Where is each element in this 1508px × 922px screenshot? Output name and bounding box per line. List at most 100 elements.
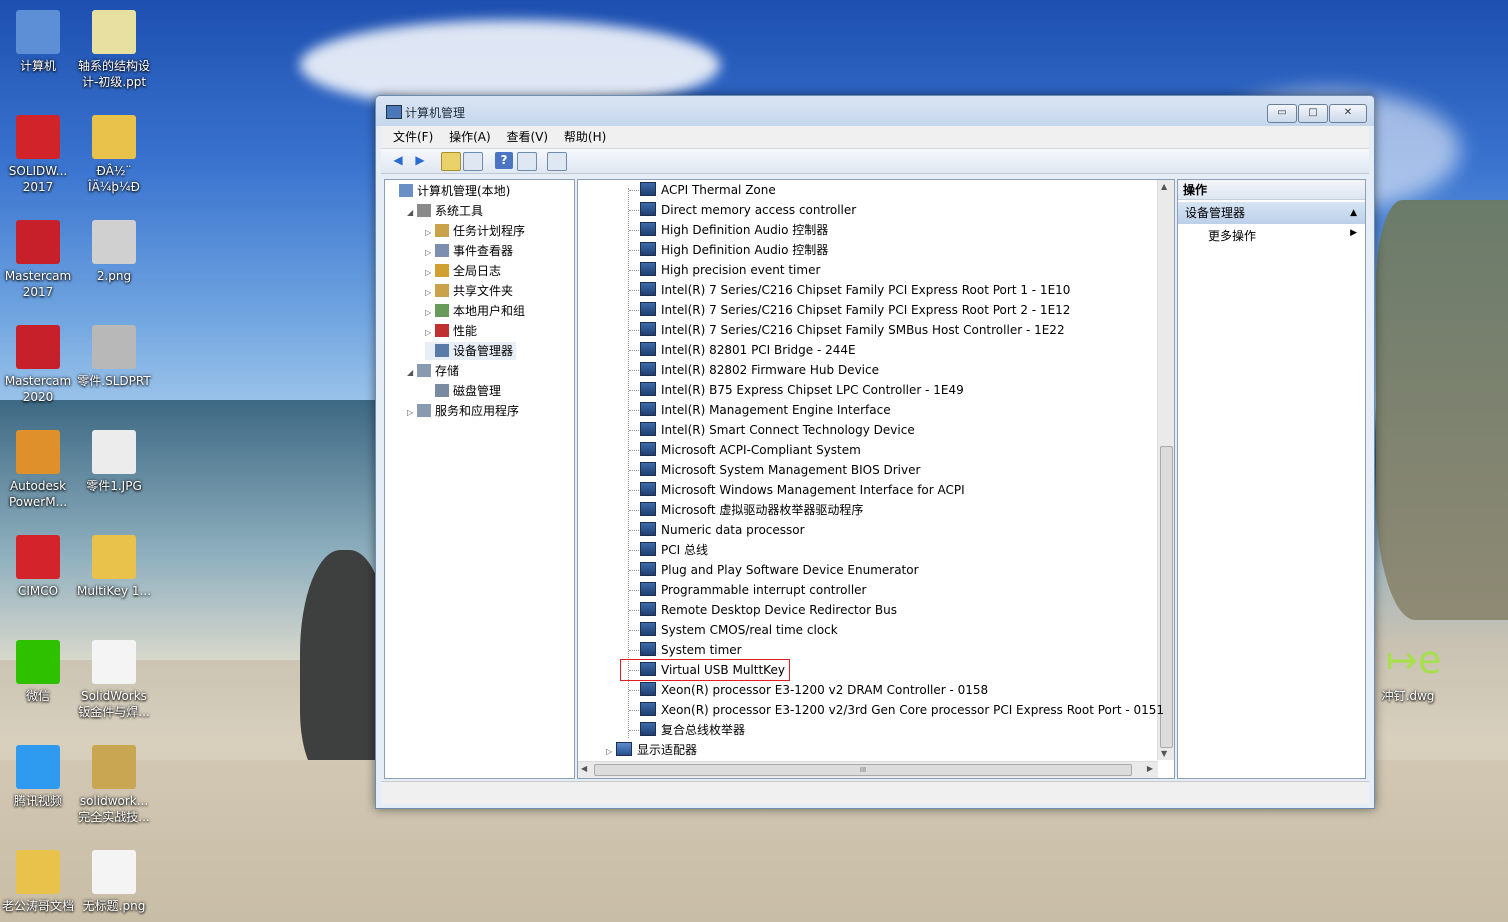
desktop-icon-dwg[interactable]: ↦e 冲钉.dwg — [1368, 640, 1448, 704]
tree-expander-icon[interactable]: ▷ — [425, 264, 435, 282]
device-item[interactable]: System CMOS/real time clock — [640, 621, 838, 639]
device-item[interactable]: Microsoft Windows Management Interface f… — [640, 481, 965, 499]
tree-expander-icon[interactable]: ▷ — [606, 743, 616, 761]
device-item[interactable]: Numeric data processor — [640, 521, 805, 539]
desktop-icon[interactable]: SolidWorks 钣金件与焊... — [76, 640, 152, 720]
minimize-button[interactable]: ▭ — [1267, 104, 1297, 123]
menu-action[interactable]: 操作(A) — [449, 126, 491, 148]
device-item[interactable]: Direct memory access controller — [640, 201, 856, 219]
title-bar[interactable]: 计算机管理 ▭ □ ✕ — [376, 96, 1374, 126]
desktop-icon[interactable]: 腾讯视频 — [0, 745, 76, 809]
desktop-icon[interactable]: solidwork... 完全实战技... — [76, 745, 152, 825]
scan-hardware-icon[interactable] — [547, 152, 567, 171]
show-hide-tree-icon[interactable] — [463, 152, 483, 171]
tree-expander-icon[interactable]: ▷ — [425, 304, 435, 322]
scroll-right-icon[interactable]: ▶ — [1147, 764, 1153, 773]
forward-arrow-icon[interactable]: ▶ — [411, 152, 429, 169]
desktop-icon[interactable]: MultiKey 1... — [76, 535, 152, 599]
maximize-button[interactable]: □ — [1298, 104, 1328, 123]
tree-item[interactable]: 磁盘管理 — [425, 382, 501, 400]
help-icon[interactable]: ? — [495, 152, 513, 169]
tree-item[interactable]: 计算机管理(本地) — [389, 182, 510, 200]
device-item[interactable]: High precision event timer — [640, 261, 820, 279]
device-item[interactable]: Plug and Play Software Device Enumerator — [640, 561, 919, 579]
desktop-icon[interactable]: 轴系的结构设 计-初级.ppt — [76, 10, 152, 90]
device-item[interactable]: Intel(R) 82802 Firmware Hub Device — [640, 361, 879, 379]
device-item[interactable]: Virtual USB MulttKey — [640, 661, 785, 679]
menu-view[interactable]: 查看(V) — [507, 126, 549, 148]
tree-expander-icon[interactable]: ▷ — [425, 324, 435, 342]
tree-item[interactable]: ▷ 性能 — [425, 322, 477, 340]
close-button[interactable]: ✕ — [1329, 104, 1367, 123]
tree-expander-icon[interactable]: ◢ — [407, 204, 417, 222]
tree-item[interactable]: 设备管理器 — [425, 342, 517, 360]
device-item[interactable]: 复合总线枚举器 — [640, 721, 745, 739]
device-item[interactable]: Microsoft ACPI-Compliant System — [640, 441, 861, 459]
device-category-display-adapters[interactable]: ▷ 显示适配器 — [606, 741, 697, 759]
tree-item[interactable]: ▷ 任务计划程序 — [425, 222, 525, 240]
more-actions-item[interactable]: 更多操作 — [1208, 226, 1256, 246]
device-item[interactable]: Microsoft 虚拟驱动器枚举器驱动程序 — [640, 501, 863, 519]
vertical-scrollbar[interactable]: ▲ ▼ — [1157, 180, 1174, 760]
desktop-icon[interactable]: Mastercam 2020 — [0, 325, 76, 405]
device-item[interactable]: Intel(R) 82801 PCI Bridge - 244E — [640, 341, 856, 359]
device-label: Microsoft ACPI-Compliant System — [661, 443, 861, 457]
tree-expander-icon[interactable]: ▷ — [425, 284, 435, 302]
device-item[interactable]: Intel(R) 7 Series/C216 Chipset Family PC… — [640, 281, 1070, 299]
horizontal-scroll-thumb[interactable]: III — [594, 764, 1132, 776]
device-item[interactable]: Xeon(R) processor E3-1200 v2 DRAM Contro… — [640, 681, 988, 699]
scroll-down-icon[interactable]: ▼ — [1161, 749, 1167, 758]
desktop-icon[interactable]: Autodesk PowerM... — [0, 430, 76, 510]
tree-item[interactable]: ◢ 系统工具 — [407, 202, 483, 220]
desktop-icon[interactable]: 无标题.png — [76, 850, 152, 914]
horizontal-scrollbar[interactable]: ◀ III ▶ — [578, 761, 1158, 778]
device-item[interactable]: ACPI Thermal Zone — [640, 181, 776, 199]
scroll-left-icon[interactable]: ◀ — [581, 764, 587, 773]
device-item[interactable]: Programmable interrupt controller — [640, 581, 867, 599]
tree-expander-icon[interactable]: ▷ — [407, 404, 417, 422]
device-item[interactable]: Intel(R) 7 Series/C216 Chipset Family PC… — [640, 301, 1070, 319]
show-action-pane-icon[interactable] — [517, 152, 537, 171]
desktop-icon[interactable]: Mastercam 2017 — [0, 220, 76, 300]
tree-item[interactable]: ▷ 服务和应用程序 — [407, 402, 519, 420]
tree-item[interactable]: ▷ 全局日志 — [425, 262, 501, 280]
desktop-icon[interactable]: SOLIDW... 2017 — [0, 115, 76, 195]
desktop-icon[interactable]: 计算机 — [0, 10, 76, 74]
up-folder-icon[interactable] — [441, 152, 461, 171]
device-item[interactable]: High Definition Audio 控制器 — [640, 241, 828, 259]
device-item[interactable]: Intel(R) 7 Series/C216 Chipset Family SM… — [640, 321, 1065, 339]
collapse-up-icon[interactable]: ▲ — [1350, 202, 1357, 224]
tree-item[interactable]: ▷ 事件查看器 — [425, 242, 513, 260]
scroll-up-icon[interactable]: ▲ — [1161, 182, 1167, 191]
back-arrow-icon[interactable]: ◀ — [389, 152, 407, 169]
desktop-icon[interactable]: 2.png — [76, 220, 152, 284]
tree-expander-icon[interactable]: ◢ — [407, 364, 417, 382]
device-label: High Definition Audio 控制器 — [661, 243, 829, 257]
device-item[interactable]: Intel(R) Smart Connect Technology Device — [640, 421, 915, 439]
desktop-icon[interactable]: 零件.SLDPRT — [76, 325, 152, 389]
desktop-icon[interactable]: 微信 — [0, 640, 76, 704]
menu-file[interactable]: 文件(F) — [393, 126, 433, 148]
navigation-tree[interactable]: 计算机管理(本地) ◢ 系统工具 ▷ 任务计划程序 ▷ 事件查看器 ▷ 全局日志 ▷ 共享文件夹 ▷ 本… — [384, 179, 575, 779]
tree-item[interactable]: ▷ 共享文件夹 — [425, 282, 513, 300]
menu-help[interactable]: 帮助(H) — [564, 126, 606, 148]
desktop-icon[interactable]: CIMCO — [0, 535, 76, 599]
tree-expander-icon[interactable]: ▷ — [425, 244, 435, 262]
desktop-icon[interactable]: 零件1.JPG — [76, 430, 152, 494]
device-item[interactable]: Intel(R) Management Engine Interface — [640, 401, 891, 419]
device-item[interactable]: PCI 总线 — [640, 541, 708, 559]
device-item[interactable]: System timer — [640, 641, 742, 659]
device-item[interactable]: High Definition Audio 控制器 — [640, 221, 828, 239]
tree-guide-line — [629, 310, 639, 311]
tree-expander-icon[interactable]: ▷ — [425, 224, 435, 242]
desktop-icon[interactable]: ĐÂ½¨ ÎÄ¼þ¼Ð — [76, 115, 152, 195]
device-item[interactable]: Xeon(R) processor E3-1200 v2/3rd Gen Cor… — [640, 701, 1164, 719]
desktop-icon[interactable]: 老公涛哥文档 — [0, 850, 76, 914]
device-item[interactable]: Microsoft System Management BIOS Driver — [640, 461, 920, 479]
tree-item[interactable]: ▷ 本地用户和组 — [425, 302, 525, 320]
tree-item[interactable]: ◢ 存储 — [407, 362, 459, 380]
device-item[interactable]: Remote Desktop Device Redirector Bus — [640, 601, 897, 619]
device-item[interactable]: Intel(R) B75 Express Chipset LPC Control… — [640, 381, 964, 399]
actions-section-device-manager[interactable]: 设备管理器 ▲ — [1178, 202, 1365, 224]
device-list-pane[interactable]: ▲ ▼ ◀ III ▶ ACPI Thermal Zone Direct memo… — [577, 179, 1175, 779]
